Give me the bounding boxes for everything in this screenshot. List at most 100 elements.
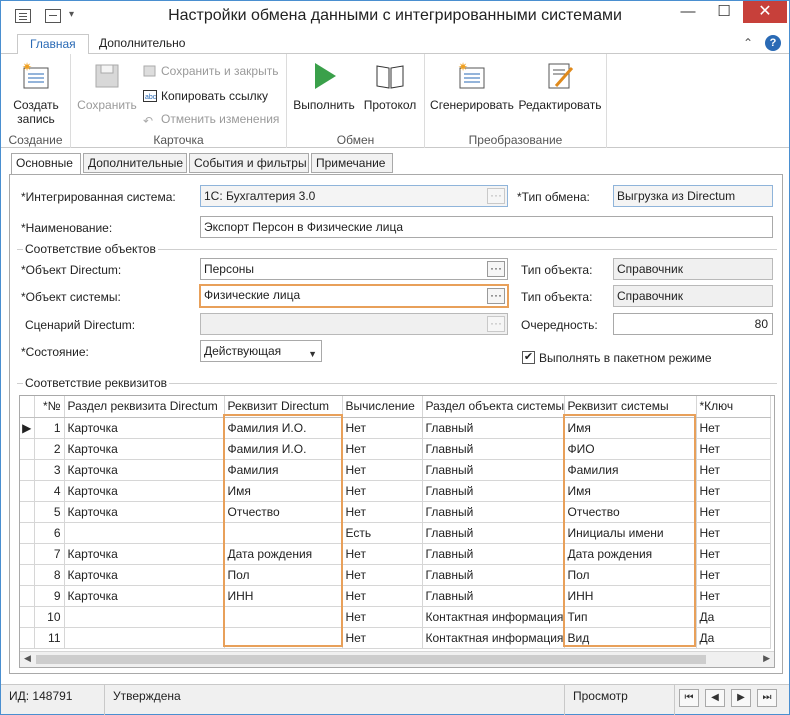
- table-row[interactable]: 10 Нет Контактная информация Тип Да: [20, 606, 771, 628]
- cell-directum-section[interactable]: Карточка: [64, 459, 225, 481]
- cell-calculation[interactable]: Нет: [342, 480, 423, 502]
- cell-directum-attr[interactable]: Имя: [224, 480, 343, 502]
- cell-system-attr[interactable]: Дата рождения: [564, 543, 697, 565]
- select-system-button[interactable]: ···: [487, 188, 505, 204]
- cell-number[interactable]: 4: [34, 480, 65, 502]
- ribbon-tab-extra[interactable]: Дополнительно: [87, 34, 197, 55]
- col-header-system-section[interactable]: Раздел объекта системы: [422, 396, 565, 418]
- cell-system-section[interactable]: Контактная информация: [422, 627, 565, 649]
- cell-calculation[interactable]: Нет: [342, 543, 423, 565]
- name-field[interactable]: Экспорт Персон в Физические лица: [200, 216, 773, 238]
- row-selector[interactable]: [20, 438, 35, 460]
- cell-key[interactable]: Да: [696, 606, 771, 628]
- col-header-calculation[interactable]: Вычисление: [342, 396, 423, 418]
- cell-directum-attr[interactable]: Отчество: [224, 501, 343, 523]
- row-selector[interactable]: ▶: [20, 417, 35, 439]
- cell-key[interactable]: Нет: [696, 543, 771, 565]
- cell-key[interactable]: Нет: [696, 501, 771, 523]
- cell-calculation[interactable]: Есть: [342, 522, 423, 544]
- tab-events-filters[interactable]: События и фильтры: [189, 153, 309, 173]
- directum-object-field[interactable]: Персоны ···: [200, 258, 508, 280]
- cell-number[interactable]: 1: [34, 417, 65, 439]
- row-selector[interactable]: [20, 522, 35, 544]
- cell-directum-attr[interactable]: Дата рождения: [224, 543, 343, 565]
- cell-calculation[interactable]: Нет: [342, 459, 423, 481]
- cell-system-section[interactable]: Главный: [422, 417, 565, 439]
- tab-main[interactable]: Основные: [11, 153, 81, 175]
- cell-directum-attr[interactable]: Пол: [224, 564, 343, 586]
- exchange-type-field[interactable]: Выгрузка из Directum: [613, 185, 773, 207]
- tab-notes[interactable]: Примечание: [311, 153, 393, 173]
- table-row[interactable]: 9 Карточка ИНН Нет Главный ИНН Нет: [20, 585, 771, 607]
- row-selector[interactable]: [20, 606, 35, 628]
- table-row[interactable]: ▶ 1 Карточка Фамилия И.О. Нет Главный Имя Нет: [20, 417, 771, 439]
- cell-key[interactable]: Нет: [696, 417, 771, 439]
- row-selector[interactable]: [20, 501, 35, 523]
- table-row[interactable]: 6 Есть Главный Инициалы имени Нет: [20, 522, 771, 544]
- last-record-button[interactable]: ⏭: [757, 689, 777, 707]
- row-selector[interactable]: [20, 480, 35, 502]
- minimize-button[interactable]: —: [673, 1, 703, 23]
- cell-directum-section[interactable]: Карточка: [64, 585, 225, 607]
- cell-key[interactable]: Нет: [696, 564, 771, 586]
- cell-calculation[interactable]: Нет: [342, 501, 423, 523]
- cell-number[interactable]: 6: [34, 522, 65, 544]
- cell-system-attr[interactable]: Фамилия: [564, 459, 697, 481]
- cell-system-attr[interactable]: Вид: [564, 627, 697, 649]
- cell-key[interactable]: Нет: [696, 480, 771, 502]
- cell-directum-section[interactable]: Карточка: [64, 480, 225, 502]
- cell-number[interactable]: 7: [34, 543, 65, 565]
- cell-key[interactable]: Нет: [696, 438, 771, 460]
- save-close-button[interactable]: Сохранить и закрыть: [143, 62, 278, 80]
- cell-system-attr[interactable]: Имя: [564, 480, 697, 502]
- table-row[interactable]: 2 Карточка Фамилия И.О. Нет Главный ФИО Нет: [20, 438, 771, 460]
- cell-directum-section[interactable]: Карточка: [64, 417, 225, 439]
- cell-system-section[interactable]: Главный: [422, 564, 565, 586]
- cell-system-attr[interactable]: Тип: [564, 606, 697, 628]
- row-selector[interactable]: [20, 459, 35, 481]
- cell-number[interactable]: 10: [34, 606, 65, 628]
- tab-additional[interactable]: Дополнительные: [83, 153, 187, 173]
- cell-number[interactable]: 5: [34, 501, 65, 523]
- cell-system-attr[interactable]: Пол: [564, 564, 697, 586]
- cell-number[interactable]: 2: [34, 438, 65, 460]
- cell-system-section[interactable]: Главный: [422, 438, 565, 460]
- row-selector[interactable]: [20, 627, 35, 649]
- table-row[interactable]: 11 Нет Контактная информация Вид Да: [20, 627, 771, 649]
- generate-button[interactable]: ✷ Сгенерировать: [429, 60, 515, 112]
- cell-directum-attr[interactable]: [224, 606, 343, 628]
- cell-directum-attr[interactable]: Фамилия: [224, 459, 343, 481]
- first-record-button[interactable]: ⏮: [679, 689, 699, 707]
- cell-directum-attr[interactable]: Фамилия И.О.: [224, 417, 343, 439]
- cell-directum-section[interactable]: Карточка: [64, 438, 225, 460]
- cell-system-section[interactable]: Главный: [422, 501, 565, 523]
- cell-calculation[interactable]: Нет: [342, 606, 423, 628]
- cell-number[interactable]: 8: [34, 564, 65, 586]
- cell-calculation[interactable]: Нет: [342, 627, 423, 649]
- system-object-field[interactable]: Физические лица ···: [199, 284, 509, 308]
- copy-link-button[interactable]: abc Копировать ссылку: [143, 87, 268, 105]
- table-row[interactable]: 4 Карточка Имя Нет Главный Имя Нет: [20, 480, 771, 502]
- cell-directum-section[interactable]: Карточка: [64, 543, 225, 565]
- cell-system-attr[interactable]: Имя: [564, 417, 697, 439]
- scrollbar-thumb[interactable]: [36, 655, 706, 664]
- undo-changes-button[interactable]: ↶ Отменить изменения: [143, 110, 279, 128]
- order-field[interactable]: 80: [613, 313, 773, 335]
- cell-directum-section[interactable]: Карточка: [64, 501, 225, 523]
- run-button[interactable]: Выполнить: [291, 60, 357, 112]
- cell-key[interactable]: Нет: [696, 585, 771, 607]
- col-header-system-attr[interactable]: Реквизит системы: [564, 396, 697, 418]
- cell-number[interactable]: 11: [34, 627, 65, 649]
- ribbon-tab-main[interactable]: Главная: [17, 34, 89, 55]
- col-header-directum-section[interactable]: Раздел реквизита Directum: [64, 396, 225, 418]
- row-selector[interactable]: [20, 585, 35, 607]
- cell-system-section[interactable]: Главный: [422, 585, 565, 607]
- save-button[interactable]: Сохранить: [75, 60, 139, 112]
- col-header-number[interactable]: *№: [34, 396, 65, 418]
- cell-directum-section[interactable]: [64, 522, 225, 544]
- row-selector[interactable]: [20, 543, 35, 565]
- state-select[interactable]: Действующая ▼: [200, 340, 322, 362]
- scroll-left-icon[interactable]: ◀: [24, 653, 31, 664]
- horizontal-scrollbar[interactable]: ◀ ▶: [20, 651, 774, 667]
- help-icon[interactable]: ?: [765, 35, 781, 51]
